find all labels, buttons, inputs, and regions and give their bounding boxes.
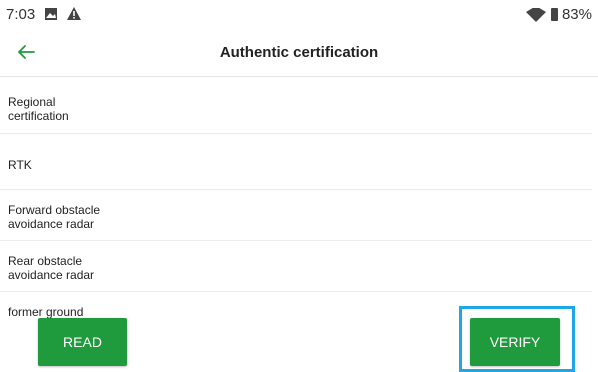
status-right: 83% [525, 6, 592, 23]
list-item-rtk[interactable]: RTK [0, 134, 592, 190]
list-item-rear-radar[interactable]: Rear obstacle avoidance radar [0, 241, 592, 292]
status-time: 7:03 [6, 6, 36, 23]
status-bar: 7:03 83% [0, 0, 598, 30]
read-button[interactable]: READ [38, 318, 127, 366]
app-header: Authentic certification [0, 30, 598, 77]
list-item-label: Forward obstacle avoidance radar [8, 203, 101, 231]
battery-percent: 83% [561, 6, 592, 23]
battery-icon [550, 8, 558, 21]
list-item-label: Rear obstacle avoidance radar [8, 254, 95, 282]
list-item-label: Regional certification [8, 95, 69, 123]
wifi-icon [525, 7, 546, 22]
list-item-label: RTK [8, 158, 32, 172]
page-title: Authentic certification [219, 44, 379, 61]
warning-icon [67, 7, 81, 20]
list-item-forward-radar[interactable]: Forward obstacle avoidance radar [0, 190, 592, 241]
image-notification-icon [45, 8, 57, 20]
verify-button[interactable]: VERIFY [470, 318, 560, 366]
list-item-regional-certification[interactable]: Regional certification [0, 77, 592, 134]
list-item-label: former ground [8, 305, 84, 319]
